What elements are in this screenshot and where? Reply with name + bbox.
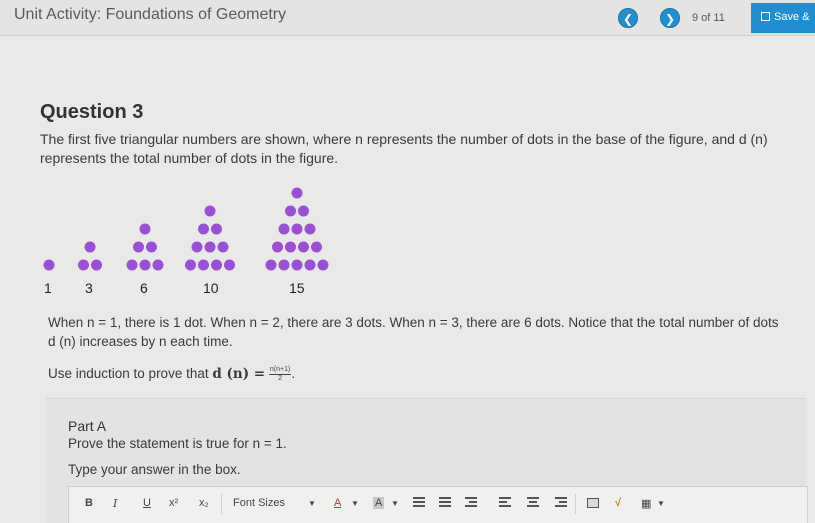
dot	[152, 259, 164, 271]
align-left-icon[interactable]	[499, 497, 511, 508]
induction-suffix: .	[291, 366, 296, 382]
table-icon[interactable]: ▦	[641, 497, 651, 510]
induction-prefix: Use induction to prove that	[48, 366, 209, 382]
fraction-denominator: 2	[278, 375, 283, 382]
question-prompt: The first five triangular numbers are sh…	[40, 131, 768, 166]
chevron-down-icon[interactable]: ▼	[391, 499, 399, 508]
chevron-right-icon: ❯	[664, 12, 676, 26]
figure-label: 6	[140, 280, 148, 296]
question-title: Question 3	[40, 101, 144, 123]
dot-triangles	[43, 187, 329, 271]
figure-label: 3	[85, 280, 93, 296]
part-a-title: Part A	[68, 418, 107, 434]
dot	[133, 241, 144, 253]
superscript-button[interactable]: x²	[169, 497, 178, 509]
dot	[43, 259, 55, 271]
dot	[139, 259, 151, 271]
highlight-button[interactable]: A	[373, 497, 385, 509]
save-icon	[761, 12, 770, 21]
dot	[278, 259, 290, 271]
dot	[191, 241, 203, 253]
next-button[interactable]: ❯	[660, 8, 680, 28]
page-count: 9 of 11	[692, 12, 725, 24]
editor-toolbar: B I U x² x₂ Font Sizes ▼ A ▼ A ▼ √ ▦ ▼	[68, 486, 808, 523]
triangular-numbers-figure: 1 3 6 10 15	[0, 170, 815, 300]
dot	[291, 259, 303, 271]
dot	[304, 223, 316, 235]
previous-button[interactable]: ❮	[618, 8, 638, 28]
dot	[198, 259, 209, 271]
image-icon[interactable]	[587, 498, 599, 508]
italic-button[interactable]: I	[113, 497, 117, 510]
dot	[265, 259, 277, 271]
subscript-button[interactable]: x₂	[199, 497, 209, 509]
underline-button[interactable]: U	[143, 497, 151, 509]
dot	[217, 241, 229, 253]
dot	[317, 259, 329, 271]
dot	[291, 223, 303, 235]
unit-title: Unit Activity: Foundations of Geometry	[14, 6, 287, 23]
dot	[211, 223, 222, 235]
dot	[224, 259, 235, 271]
chevron-down-icon[interactable]: ▼	[657, 499, 665, 508]
dot	[298, 205, 309, 217]
figure-label: 15	[289, 280, 305, 296]
dot	[204, 205, 216, 217]
induction-statement: Use induction to prove that d (n) = n(n+…	[48, 366, 295, 383]
dot	[204, 241, 216, 253]
align-right-icon[interactable]	[555, 497, 567, 508]
chevron-down-icon[interactable]: ▼	[351, 499, 359, 508]
dot	[291, 187, 303, 199]
fraction-numerator: n(n+1)	[268, 366, 292, 375]
sqrt-icon[interactable]: √	[615, 497, 621, 509]
dot	[126, 259, 138, 271]
figure-label: 10	[203, 280, 219, 296]
dot	[84, 241, 96, 253]
toolbar-divider	[221, 494, 222, 514]
indent-icon[interactable]	[465, 497, 477, 508]
align-center-icon[interactable]	[527, 497, 539, 508]
chevron-down-icon[interactable]: ▼	[308, 499, 316, 508]
unordered-list-icon[interactable]	[413, 497, 425, 508]
ordered-list-icon[interactable]	[439, 497, 451, 508]
answer-instruction: Type your answer in the box.	[68, 462, 241, 477]
dot	[146, 241, 157, 253]
toolbar-divider	[575, 494, 576, 514]
dot	[185, 259, 196, 271]
dot	[311, 241, 322, 253]
dot	[304, 259, 316, 271]
dot	[285, 205, 296, 217]
save-button[interactable]: Save &	[751, 3, 815, 33]
dot	[91, 259, 102, 271]
info-text: When n = 1, there is 1 dot. When n = 2, …	[48, 315, 779, 349]
chevron-left-icon: ❮	[622, 12, 634, 26]
part-a-text: Prove the statement is true for n = 1.	[68, 436, 287, 451]
font-sizes-select[interactable]: Font Sizes	[233, 497, 285, 509]
fraction: n(n+1) 2	[268, 366, 292, 383]
bold-button[interactable]: B	[85, 497, 93, 509]
induction-lhs: d (n) =	[212, 366, 266, 383]
dot	[78, 259, 89, 271]
dot	[198, 223, 209, 235]
dot	[272, 241, 283, 253]
font-color-button[interactable]: A	[334, 497, 341, 509]
dot	[298, 241, 309, 253]
top-bar: Unit Activity: Foundations of Geometry ❮…	[0, 0, 815, 36]
save-label: Save &	[774, 11, 810, 23]
figure-label: 1	[44, 280, 52, 296]
dot	[278, 223, 290, 235]
dot	[285, 241, 296, 253]
dot	[139, 223, 151, 235]
dot	[211, 259, 222, 271]
